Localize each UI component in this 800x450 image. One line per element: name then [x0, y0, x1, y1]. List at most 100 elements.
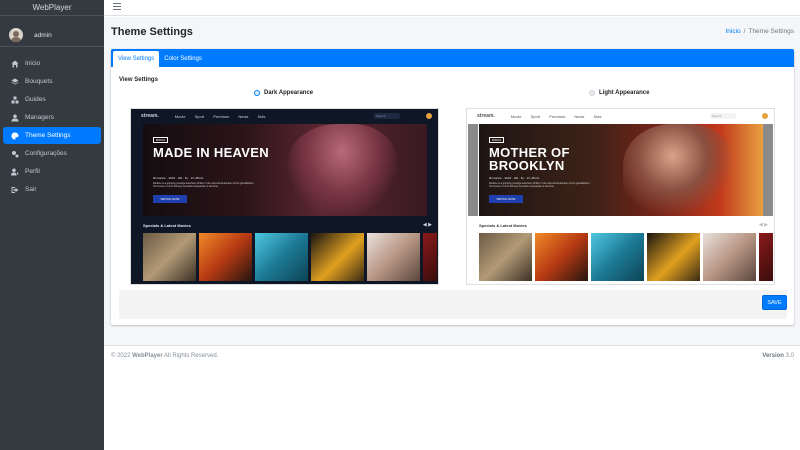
brand-title[interactable]: WebPlayer — [0, 0, 104, 16]
breadcrumb-home-link[interactable]: Inicio — [725, 28, 740, 35]
preview-menu-item: Kids — [257, 113, 266, 119]
preview-thumbnails — [143, 233, 437, 281]
sidebar: WebPlayer admin Inicio Bouquets Guides M… — [0, 0, 104, 450]
movie-thumbnail — [535, 233, 588, 281]
section-title: View Settings — [119, 77, 158, 83]
sidebar-item-bouquets[interactable]: Bouquets — [3, 73, 101, 90]
username[interactable]: admin — [34, 32, 52, 39]
copyright-prefix: © 2022 — [111, 353, 133, 359]
hero-watch-button: WATCH NOW — [153, 195, 187, 203]
light-appearance-option[interactable]: Light Appearance — [589, 90, 649, 96]
menu-toggle-icon[interactable] — [113, 3, 121, 11]
card-footer: SAVE — [119, 290, 787, 319]
sidebar-item-inicio[interactable]: Inicio — [3, 55, 101, 72]
dark-theme-preview[interactable]: stream. Movie Sport Premium News Kids Se… — [130, 108, 439, 285]
dark-appearance-radio[interactable] — [254, 90, 260, 96]
preview-menu-item: News — [574, 113, 585, 119]
preview-navbar: stream. Movie Sport Premium News Kids Se… — [131, 109, 438, 123]
preview-menu-item: Kids — [593, 113, 602, 119]
breadcrumb-current: Theme Settings — [748, 28, 794, 35]
light-theme-preview[interactable]: stream. Movie Sport Premium News Kids Se… — [466, 108, 775, 285]
tab-view-settings[interactable]: View Settings — [113, 51, 160, 67]
hero-figure-image — [623, 124, 733, 216]
light-appearance-label: Light Appearance — [599, 90, 650, 96]
preview-menu-item: Premium — [213, 113, 230, 119]
movie-thumbnail — [647, 233, 700, 281]
preview-menu-item: Sport — [530, 113, 541, 119]
sign-out-icon — [11, 186, 19, 193]
sidebar-item-label: Guides — [25, 96, 46, 103]
version-value: 3.0 — [785, 353, 794, 359]
preview-avatar — [762, 113, 768, 119]
preview-menu-item: News — [238, 113, 249, 119]
preview-avatar — [426, 113, 432, 119]
preview-search: Search — [710, 113, 736, 119]
sidebar-item-label: Theme Settings — [25, 132, 71, 139]
dark-appearance-option[interactable]: Dark Appearance — [254, 90, 313, 96]
user-edit-icon — [11, 168, 19, 175]
preview-thumbnails — [479, 233, 773, 281]
sidebar-item-label: Inicio — [25, 60, 41, 67]
preview-navbar: stream. Movie Sport Premium News Kids Se… — [467, 109, 774, 123]
hero-title: MOTHER OF BROOKLYN — [489, 145, 570, 173]
layers-icon — [11, 78, 19, 84]
user-panel[interactable]: admin — [0, 16, 104, 47]
movie-thumbnail — [703, 233, 756, 281]
movie-thumbnail — [143, 233, 196, 281]
palette-icon — [11, 132, 19, 139]
sidebar-item-label: Perfil — [25, 168, 40, 175]
home-icon — [11, 60, 19, 67]
preview-logo: stream. — [141, 113, 159, 119]
light-appearance-radio[interactable] — [589, 90, 595, 96]
breadcrumb: Inicio / Theme Settings — [725, 28, 794, 35]
top-navbar — [104, 0, 800, 16]
hero-tag: BIRCH — [489, 137, 505, 143]
save-button[interactable]: SAVE — [762, 295, 787, 310]
movie-thumbnail — [199, 233, 252, 281]
hero-tag: BIRCH — [153, 137, 169, 143]
movie-thumbnail — [367, 233, 420, 281]
copyright-suffix: All Rights Reserved. — [162, 353, 219, 359]
sidebar-item-label: Sair — [25, 186, 37, 193]
preview-hero-banner: BIRCH MADE IN HEAVEN Romance · 2024 · HD… — [143, 124, 427, 216]
preview-logo: stream. — [477, 113, 495, 119]
tab-color-settings[interactable]: Color Settings — [159, 51, 207, 67]
hero-meta: Romance · 2024 · HD · 8+ · 1h 45min — [489, 176, 540, 180]
page-title: Theme Settings — [111, 26, 193, 38]
sidebar-item-guides[interactable]: Guides — [3, 91, 101, 108]
hero-side-image — [763, 124, 773, 216]
sidebar-item-perfil[interactable]: Perfil — [3, 163, 101, 180]
sidebar-item-managers[interactable]: Managers — [3, 109, 101, 126]
sidebar-item-label: Configurações — [25, 150, 67, 157]
content-wrapper: Theme Settings Inicio / Theme Settings Vie… — [104, 17, 800, 345]
movie-thumbnail — [759, 233, 773, 281]
sidebar-item-sair[interactable]: Sair — [3, 181, 101, 198]
hero-watch-button: WATCH NOW — [489, 195, 523, 203]
preview-menu-item: Sport — [194, 113, 205, 119]
copyright-brand-link[interactable]: WebPlayer — [132, 353, 163, 359]
cogs-icon — [12, 150, 19, 157]
preview-row-arrows-icon: ◀ ▶ — [422, 222, 432, 228]
preview-search: Search — [374, 113, 400, 119]
version-info: Version 3.0 — [762, 353, 794, 359]
breadcrumb-separator: / — [743, 28, 746, 35]
preview-menu-item: Movie — [174, 113, 186, 119]
user-tie-icon — [11, 114, 19, 121]
preview-menu-item: Premium — [549, 113, 566, 119]
sidebar-item-theme-settings[interactable]: Theme Settings — [3, 127, 101, 144]
movie-thumbnail — [255, 233, 308, 281]
movie-thumbnail — [311, 233, 364, 281]
sidebar-item-label: Bouquets — [25, 78, 53, 85]
preview-row-title: Specials & Latest Movies — [479, 223, 527, 228]
preview-hero-banner: BIRCH MOTHER OF BROOKLYN Romance · 2024 … — [479, 124, 763, 216]
page-blank-area — [104, 365, 800, 450]
hero-description: Redline is a gripping prestige televisio… — [153, 182, 255, 188]
version-label: Version — [762, 353, 784, 359]
preview-menu: Movie Sport Premium News Kids — [175, 114, 274, 119]
sidebar-nav: Inicio Bouquets Guides Managers Theme Se… — [0, 47, 104, 198]
preview-row-arrows-icon: ◀ ▶ — [758, 222, 768, 228]
avatar[interactable] — [9, 28, 23, 42]
boxes-icon — [11, 96, 19, 103]
sidebar-item-configuracoes[interactable]: Configurações — [3, 145, 101, 162]
hero-meta: Romance · 2024 · HD · 8+ · 1h 45min — [153, 176, 204, 180]
